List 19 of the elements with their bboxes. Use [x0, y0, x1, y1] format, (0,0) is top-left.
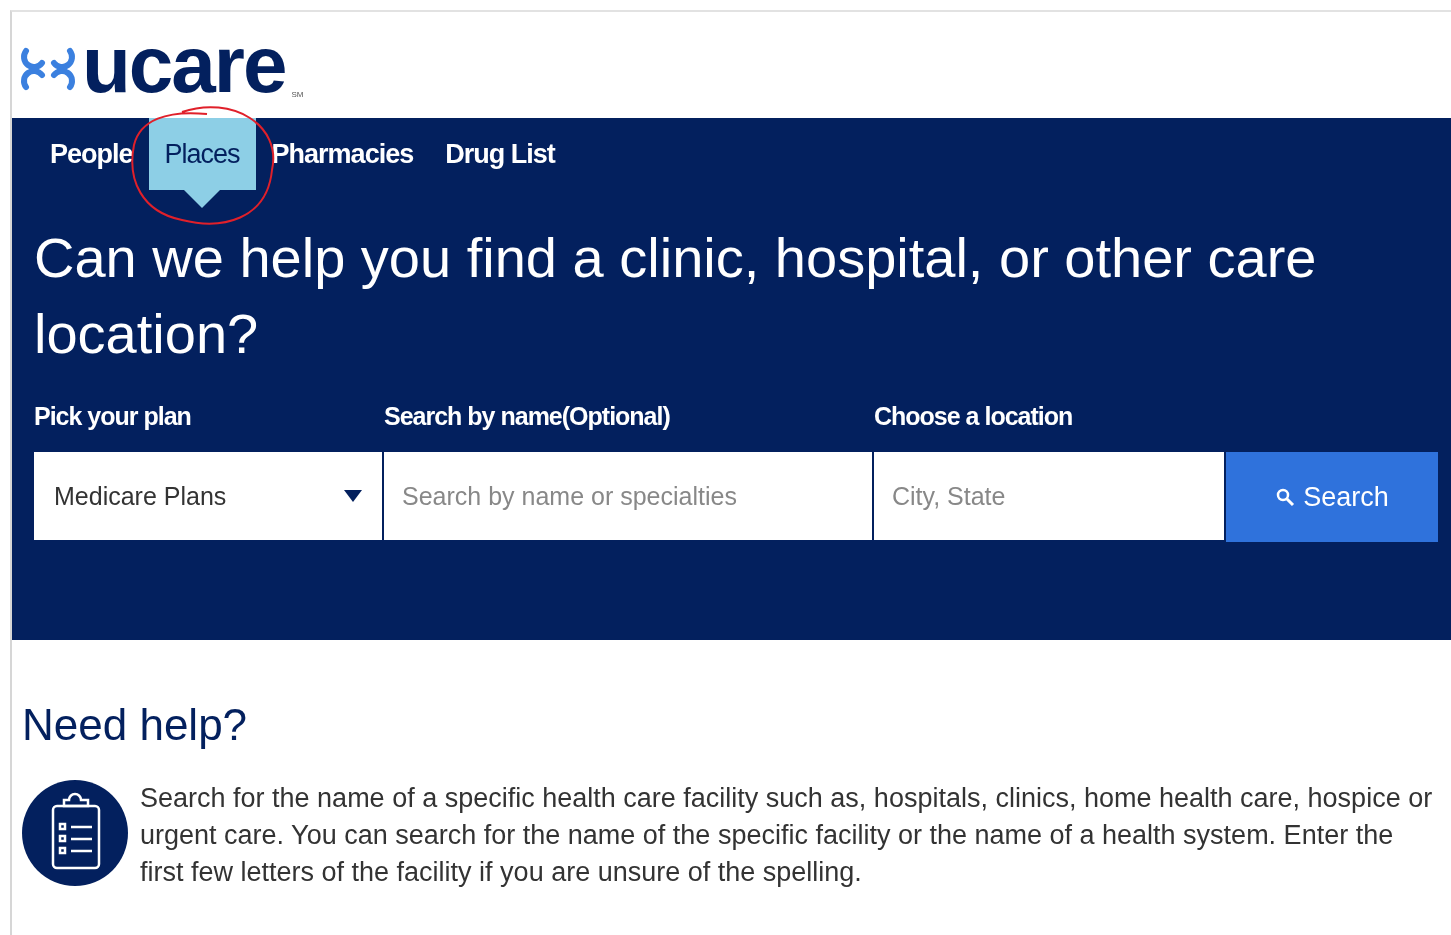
nav-tab[interactable]: People — [34, 118, 149, 190]
page-heading: Can we help you find a clinic, hospital, or other care location? — [34, 225, 1318, 367]
field-label: Pick your plan — [34, 402, 192, 432]
clipboard-icon — [22, 780, 128, 886]
tab-pointer — [184, 190, 221, 208]
service-mark: SM — [291, 90, 304, 99]
name-search-field[interactable]: Search by name or specialties — [384, 452, 872, 540]
search-button[interactable]: Search — [1226, 452, 1438, 542]
logo-wordmark: ucare — [82, 25, 286, 105]
nav-tab[interactable]: Pharmacies — [255, 118, 430, 190]
field-label: Choose a location — [874, 402, 1074, 432]
caret-icon — [344, 490, 362, 502]
location-field[interactable]: City, State — [874, 452, 1224, 540]
help-text: Search for the name of a specific health care facility such as, hospitals, clinics, home health care, hospice or urgent care. You can search for the name of the specific facility or the name of a health system. Enter the first few letters of the facility if you are unsure of the spelling. — [140, 782, 1434, 889]
nav-tab[interactable]: Drug List — [429, 118, 571, 190]
help-heading: Need help? — [22, 700, 249, 750]
field-label: Search by name(Optional) — [384, 402, 671, 432]
search-icon — [1275, 487, 1296, 507]
plan-dropdown[interactable]: Medicare Plans — [34, 452, 382, 540]
